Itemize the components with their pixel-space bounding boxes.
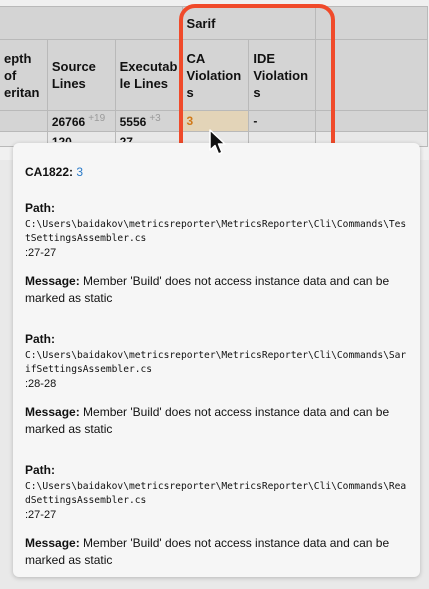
cell-executable-lines: 5556 +3 xyxy=(114,110,183,132)
cell-source-lines: 26766 +19 xyxy=(46,110,116,132)
group-header-left xyxy=(0,6,183,40)
rule-count[interactable]: 3 xyxy=(76,165,83,179)
executable-lines-value: 27 xyxy=(120,136,181,142)
message-label: Message: xyxy=(25,405,80,419)
line-range: :27-27 xyxy=(25,247,57,259)
rule-id: CA1822: xyxy=(25,165,74,179)
file-path: C:\Users\baidakov\metricsreporter\Metric… xyxy=(25,350,407,375)
source-lines-value: 26766 xyxy=(51,115,86,129)
source-lines-delta: +19 xyxy=(88,113,106,124)
violation-entry: Path: C:\Users\baidakov\metricsreporter\… xyxy=(25,201,408,307)
cell-depth xyxy=(0,110,48,132)
source-lines-value: 120 xyxy=(52,136,114,142)
message-label: Message: xyxy=(25,536,80,550)
path-label: Path: xyxy=(25,332,55,346)
message-text: Member 'Build' does not access instance … xyxy=(25,536,390,567)
column-header-source-lines[interactable]: Source Lines xyxy=(46,39,116,111)
column-header-executable-lines[interactable]: Executab le Lines xyxy=(114,39,183,111)
violation-entry: Path: C:\Users\baidakov\metricsreporter\… xyxy=(25,463,408,569)
message-text: Member 'Build' does not access instance … xyxy=(25,274,390,305)
violation-entry: Path: C:\Users\baidakov\metricsreporter\… xyxy=(25,332,408,438)
line-range: :27-27 xyxy=(25,509,57,521)
path-label: Path: xyxy=(25,463,55,477)
line-range: :28-28 xyxy=(25,378,57,390)
executable-lines-value: 5556 xyxy=(119,115,147,129)
executable-lines-delta: +3 xyxy=(149,113,161,124)
message-label: Message: xyxy=(25,274,80,288)
violation-message: Message: Member 'Build' does not access … xyxy=(25,273,408,307)
message-text: Member 'Build' does not access instance … xyxy=(25,405,390,436)
file-path: C:\Users\baidakov\metricsreporter\Metric… xyxy=(25,481,407,506)
rule-header: CA1822: 3 xyxy=(25,165,408,180)
violations-tooltip: CA1822: 3 Path: C:\Users\baidakov\metric… xyxy=(13,143,420,577)
mouse-pointer-icon xyxy=(209,129,226,155)
path-label: Path: xyxy=(25,201,55,215)
violation-message: Message: Member 'Build' does not access … xyxy=(25,535,408,569)
file-path: C:\Users\baidakov\metricsreporter\Metric… xyxy=(25,219,407,244)
violation-message: Message: Member 'Build' does not access … xyxy=(25,404,408,438)
column-header-depth-of-inheritance[interactable]: epth of eritan xyxy=(0,39,48,111)
